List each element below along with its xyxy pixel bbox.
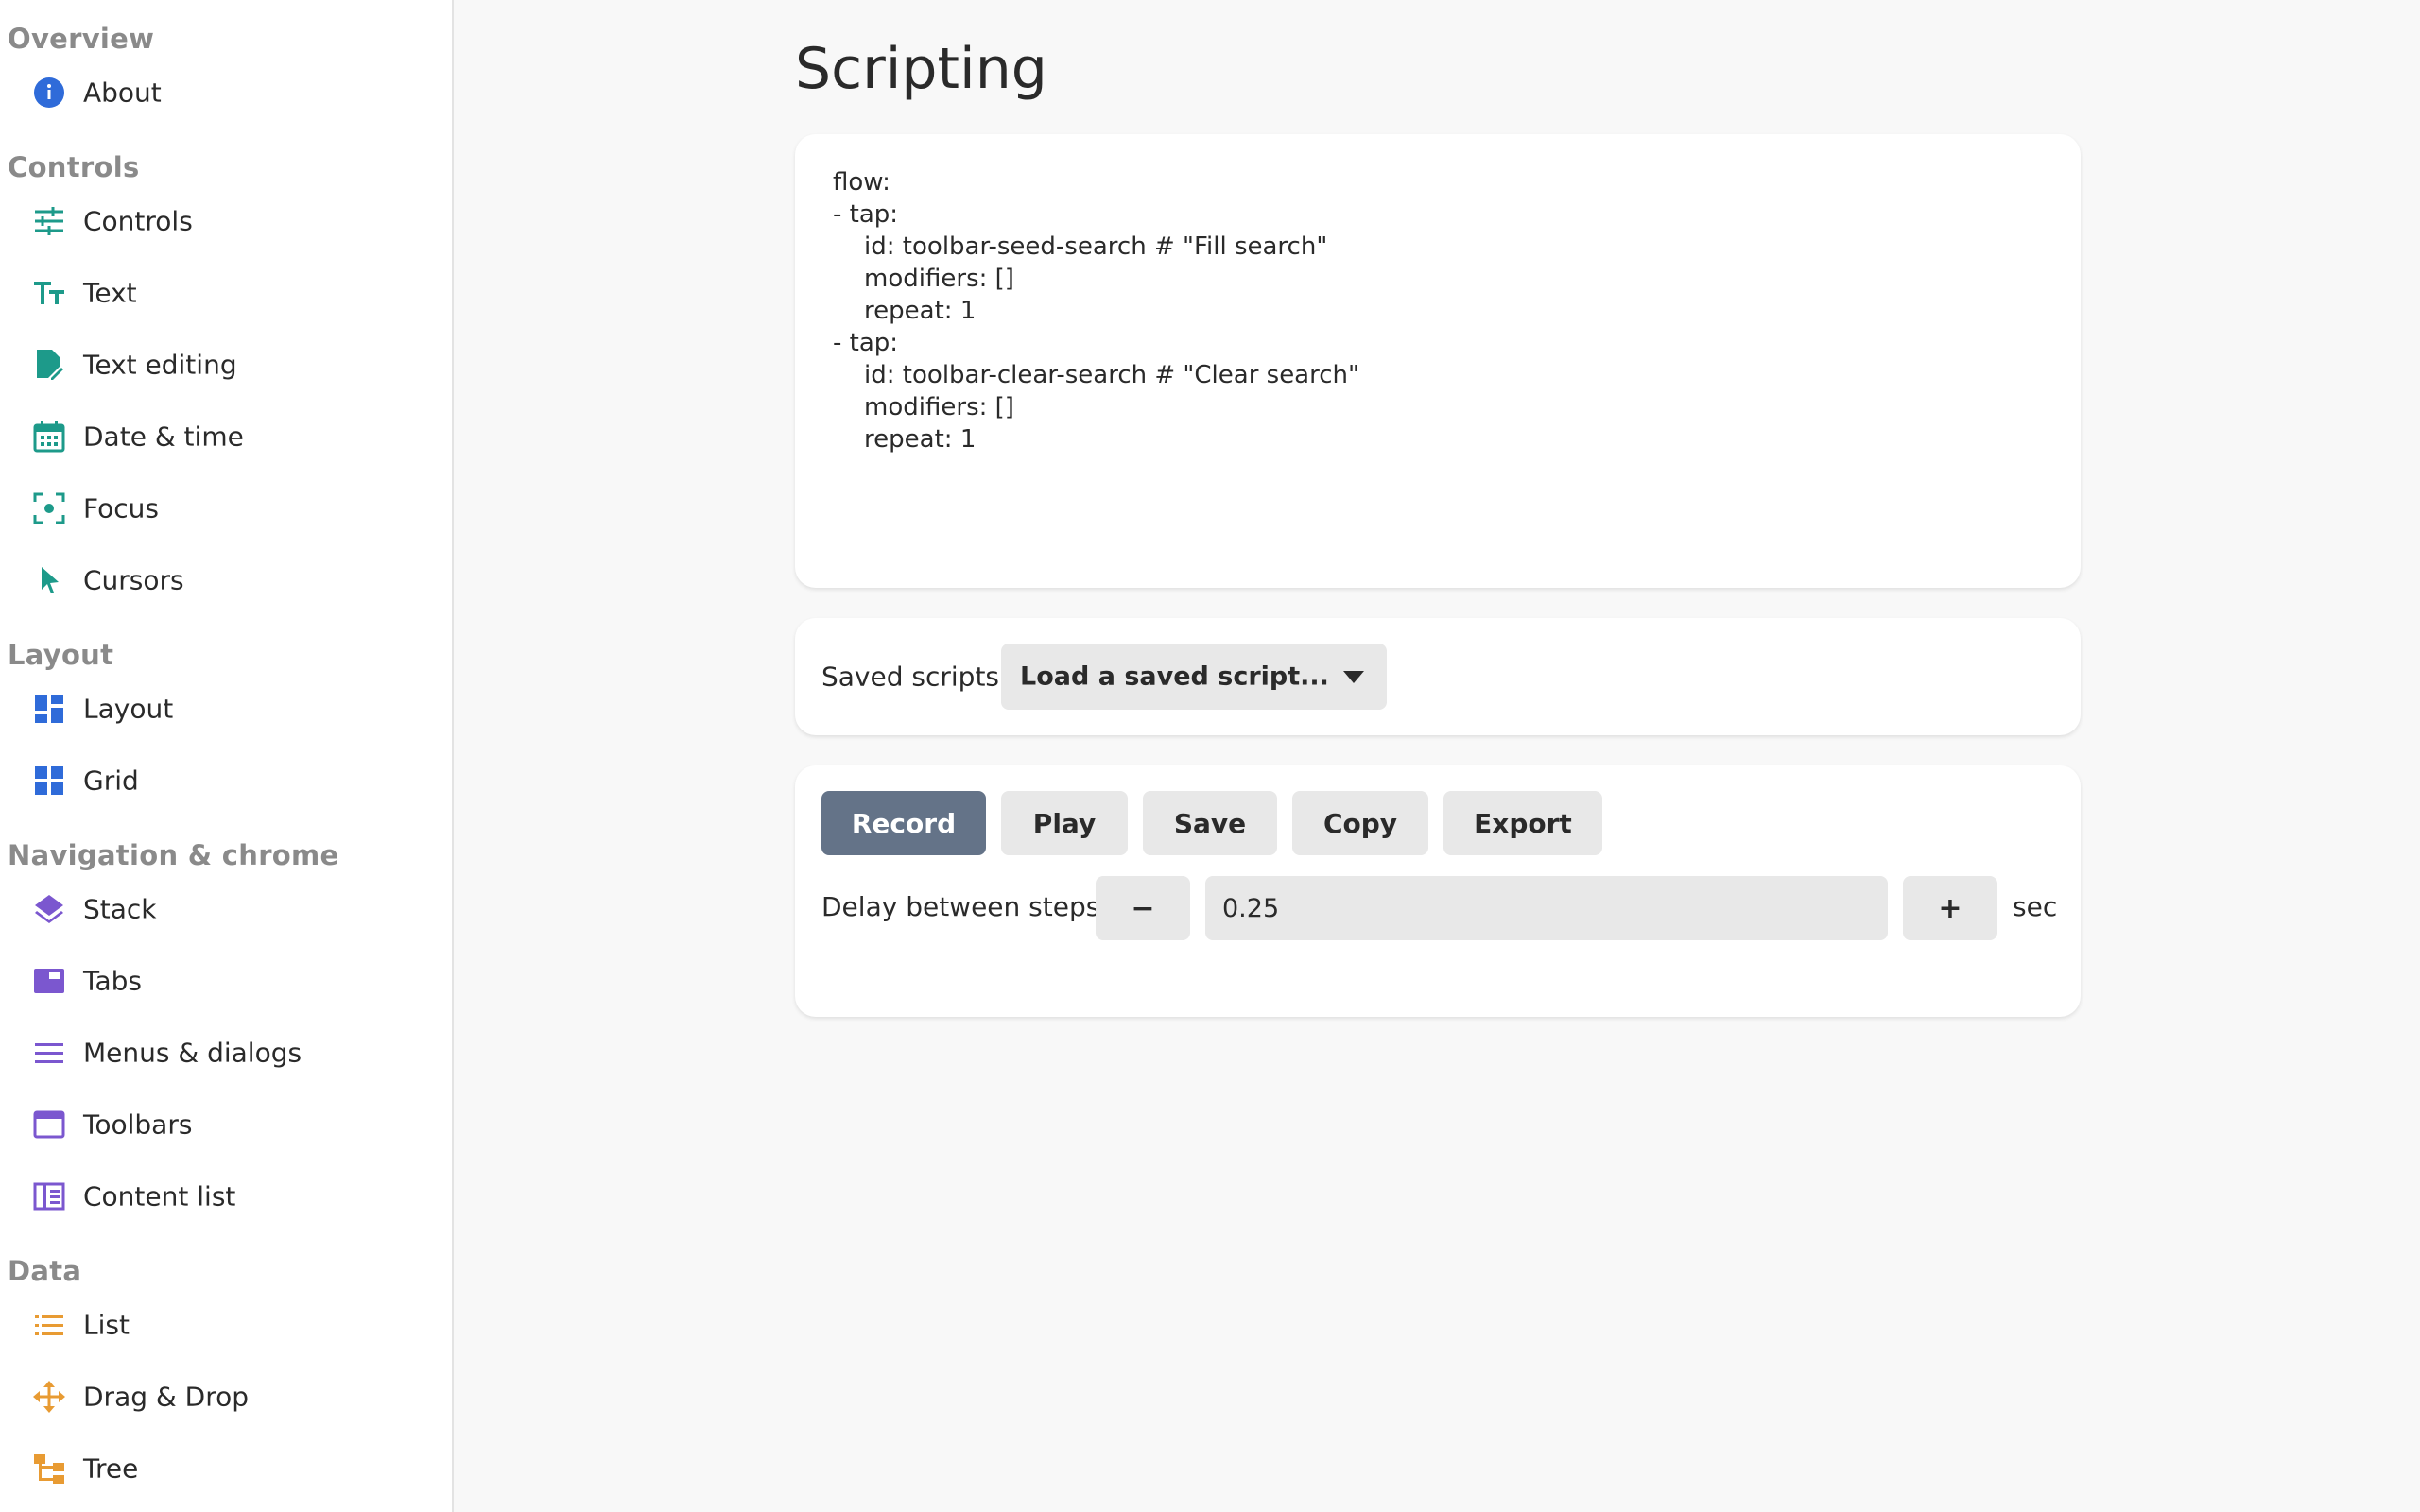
decrement-button[interactable]: − [1096, 876, 1190, 940]
list-icon [35, 1315, 63, 1335]
sidebar-item-tabs[interactable]: Tabs [0, 948, 452, 1014]
sidebar-item-label: Text [83, 277, 137, 309]
section-title-layout: Layout [8, 639, 114, 671]
page-title: Scripting [795, 36, 1047, 102]
sidebar-item-label: Menus & dialogs [83, 1037, 302, 1069]
tab-icon [34, 969, 64, 993]
section-title-data: Data [8, 1255, 82, 1287]
calendar-icon [33, 421, 65, 453]
dropdown-value: Load a saved script... [1020, 662, 1329, 692]
tree-icon [34, 1454, 64, 1484]
grid-icon [35, 766, 63, 795]
delay-label: Delay between steps [821, 891, 1100, 922]
sidebar-item-label: Cursors [83, 564, 184, 596]
delay-unit: sec [2013, 891, 2058, 922]
section-title-overview: Overview [8, 23, 155, 55]
sidebar-item-label: Content list [83, 1180, 236, 1212]
sidebar-item-label: Focus [83, 492, 159, 524]
sidebar-item-label: Tabs [83, 965, 142, 997]
sidebar-item-drag-drop[interactable]: Drag & Drop [0, 1364, 452, 1430]
sidebar-item-label: Drag & Drop [83, 1381, 249, 1413]
sidebar-item-text[interactable]: Text [0, 260, 452, 326]
layers-icon [35, 895, 63, 923]
section-title-navigation: Navigation & chrome [8, 839, 339, 871]
sidebar-item-label: Stack [83, 893, 157, 925]
dashboard-icon [35, 695, 63, 723]
saved-scripts-dropdown[interactable]: Load a saved script... [1001, 644, 1387, 710]
increment-button[interactable]: + [1903, 876, 1997, 940]
sidebar-item-grid[interactable]: Grid [0, 747, 452, 814]
sidebar-item-content-list[interactable]: Content list [0, 1163, 452, 1229]
sidebar-item-date-time[interactable]: Date & time [0, 404, 452, 470]
sidebar-item-label: About [83, 77, 162, 109]
section-title-controls: Controls [8, 151, 140, 183]
save-button[interactable]: Save [1143, 791, 1277, 855]
sidebar-item-label: Date & time [83, 421, 244, 453]
record-button[interactable]: Record [821, 791, 986, 855]
edit-document-icon [37, 350, 63, 380]
sidebar-item-label: Tree [83, 1452, 139, 1485]
sidebar-item-controls[interactable]: Controls [0, 188, 452, 254]
play-button[interactable]: Play [1001, 791, 1128, 855]
saved-scripts-label: Saved scripts [821, 661, 1000, 693]
sidebar-item-toolbars[interactable]: Toolbars [0, 1091, 452, 1158]
export-button[interactable]: Export [1443, 791, 1602, 855]
sidebar-item-about[interactable]: About [0, 60, 452, 126]
sidebar-item-label: Toolbars [83, 1108, 193, 1141]
sidebar: Overview About Controls Controls Text Te… [0, 0, 454, 1512]
script-editor-card: flow: - tap: id: toolbar-seed-search # "… [795, 134, 2081, 588]
info-icon [34, 77, 64, 108]
sidebar-item-menus[interactable]: Menus & dialogs [0, 1020, 452, 1086]
focus-icon [33, 492, 65, 524]
sidebar-item-label: Layout [83, 693, 174, 725]
sidebar-item-cursors[interactable]: Cursors [0, 547, 452, 613]
sidebar-item-list[interactable]: List [0, 1292, 452, 1358]
sliders-icon [35, 207, 63, 235]
sidebar-item-layout[interactable]: Layout [0, 676, 452, 742]
cursor-icon [42, 567, 59, 593]
sidebar-item-focus[interactable]: Focus [0, 475, 452, 541]
sidebar-item-label: Text editing [83, 349, 237, 381]
list-panel-icon [33, 1182, 65, 1211]
menu-icon [35, 1043, 63, 1063]
sidebar-item-label: Controls [83, 205, 193, 237]
sidebar-item-label: List [83, 1309, 130, 1341]
sidebar-item-label: Grid [83, 765, 139, 797]
sidebar-item-tree[interactable]: Tree [0, 1435, 452, 1502]
script-editor[interactable]: flow: - tap: id: toolbar-seed-search # "… [833, 166, 2052, 455]
recorder-card: Record Play Save Copy Export Delay betwe… [795, 765, 2081, 1017]
chevron-down-icon [1343, 671, 1364, 683]
delay-input[interactable] [1205, 876, 1888, 940]
copy-button[interactable]: Copy [1292, 791, 1428, 855]
move-icon [33, 1381, 65, 1413]
sidebar-item-text-editing[interactable]: Text editing [0, 332, 452, 398]
sidebar-item-stack[interactable]: Stack [0, 876, 452, 942]
window-icon [33, 1110, 65, 1139]
saved-scripts-card: Saved scripts Load a saved script... [795, 618, 2081, 735]
text-size-icon [34, 282, 64, 304]
